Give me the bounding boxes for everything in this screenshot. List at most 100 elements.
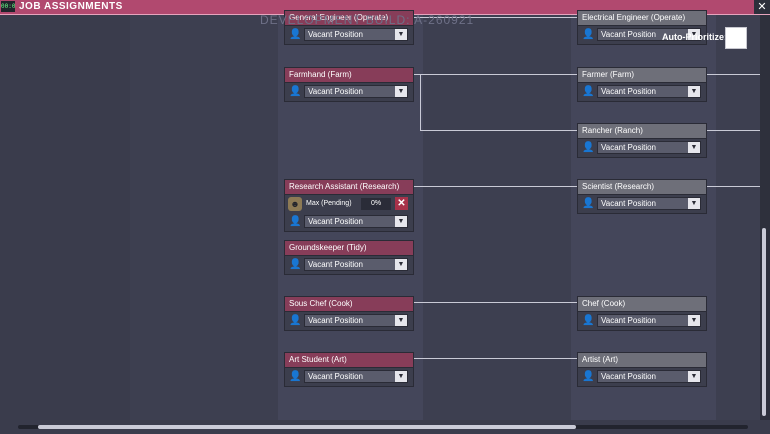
job-slot: 👤 Vacant Position ▼ [578, 312, 706, 330]
tier-column-4 [423, 15, 571, 420]
connector-line [707, 74, 760, 75]
chevron-down-icon: ▼ [395, 259, 407, 270]
assignment-dropdown[interactable]: Vacant Position ▼ [304, 258, 408, 271]
person-silhouette-icon: 👤 [582, 142, 595, 153]
dropdown-value: Vacant Position [308, 30, 363, 39]
horizontal-scrollbar-thumb[interactable] [38, 425, 576, 429]
chevron-down-icon: ▼ [688, 315, 700, 326]
auto-prioritize-checkbox[interactable] [725, 27, 747, 49]
chevron-down-icon: ▼ [395, 86, 407, 97]
assignment-dropdown[interactable]: Vacant Position ▼ [304, 28, 408, 41]
dropdown-value: Vacant Position [308, 217, 363, 226]
dropdown-value: Vacant Position [308, 372, 363, 381]
dropdown-value: Vacant Position [601, 199, 656, 208]
tier-column-2 [130, 15, 278, 420]
person-silhouette-icon: 👤 [289, 216, 302, 227]
dropdown-value: Vacant Position [308, 260, 363, 269]
dropdown-value: Vacant Position [308, 87, 363, 96]
job-card-farmer: Farmer (Farm) 👤 Vacant Position ▼ [577, 67, 707, 102]
assignment-dropdown[interactable]: Vacant Position ▼ [597, 85, 701, 98]
job-slot: 👤 Vacant Position ▼ [285, 83, 413, 101]
chevron-down-icon: ▼ [395, 216, 407, 227]
job-slot: 👤 Vacant Position ▼ [285, 368, 413, 386]
job-title: Scientist (Research) [578, 180, 706, 195]
job-slot: 👤 Vacant Position ▼ [578, 195, 706, 213]
job-slot: 👤 Vacant Position ▼ [578, 139, 706, 157]
chevron-down-icon: ▼ [688, 142, 700, 153]
job-slot: 👤 Vacant Position ▼ [285, 213, 413, 231]
person-silhouette-icon: 👤 [289, 371, 302, 382]
job-title: Chef (Cook) [578, 297, 706, 312]
job-slot: 👤 Vacant Position ▼ [285, 26, 413, 44]
connector-line [414, 358, 578, 359]
job-title: Farmer (Farm) [578, 68, 706, 83]
person-silhouette-icon: 👤 [289, 315, 302, 326]
chevron-down-icon: ▼ [688, 86, 700, 97]
job-title: Farmhand (Farm) [285, 68, 413, 83]
job-title: Electrical Engineer (Operate) [578, 11, 706, 26]
job-card-groundskeeper: Groundskeeper (Tidy) 👤 Vacant Position ▼ [284, 240, 414, 275]
pending-progress: 0% [361, 198, 391, 210]
window-title: JOB ASSIGNMENTS [19, 1, 123, 12]
connector-line [707, 186, 760, 187]
assignment-dropdown[interactable]: Vacant Position ▼ [304, 314, 408, 327]
assignment-dropdown[interactable]: Vacant Position ▼ [597, 197, 701, 210]
job-card-rancher: Rancher (Ranch) 👤 Vacant Position ▼ [577, 123, 707, 158]
chevron-down-icon: ▼ [688, 198, 700, 209]
chevron-down-icon: ▼ [688, 371, 700, 382]
person-silhouette-icon: 👤 [582, 198, 595, 209]
job-card-research-assistant: Research Assistant (Research) ☻ Max (Pen… [284, 179, 414, 232]
person-silhouette-icon: 👤 [582, 86, 595, 97]
person-silhouette-icon: 👤 [289, 259, 302, 270]
job-card-sous-chef: Sous Chef (Cook) 👤 Vacant Position ▼ [284, 296, 414, 331]
person-silhouette-icon: 👤 [289, 29, 302, 40]
job-slot: 👤 Vacant Position ▼ [285, 312, 413, 330]
assignment-dropdown[interactable]: Vacant Position ▼ [304, 85, 408, 98]
connector-line [420, 130, 578, 131]
connector-line [414, 186, 578, 187]
chevron-down-icon: ▼ [395, 29, 407, 40]
job-card-chef: Chef (Cook) 👤 Vacant Position ▼ [577, 296, 707, 331]
remove-assignment-button[interactable]: ✕ [395, 197, 408, 210]
assignment-dropdown[interactable]: Vacant Position ▼ [597, 370, 701, 383]
close-button[interactable]: ✕ [754, 0, 770, 14]
connector-line [707, 130, 760, 131]
clock-icon: 00:00 [1, 1, 15, 12]
connector-line [414, 74, 578, 75]
person-silhouette-icon: 👤 [582, 315, 595, 326]
job-card-art-student: Art Student (Art) 👤 Vacant Position ▼ [284, 352, 414, 387]
assignment-dropdown[interactable]: Vacant Position ▼ [597, 141, 701, 154]
dropdown-value: Vacant Position [601, 87, 656, 96]
assignment-dropdown[interactable]: Vacant Position ▼ [304, 370, 408, 383]
dropdown-value: Vacant Position [601, 143, 656, 152]
pending-colonist-label: Max (Pending) [306, 200, 352, 207]
person-silhouette-icon: 👤 [289, 86, 302, 97]
dropdown-value: Vacant Position [308, 316, 363, 325]
auto-prioritize-label: Auto-Prioritize: [662, 32, 727, 42]
assignment-dropdown[interactable]: Vacant Position ▼ [304, 215, 408, 228]
job-title: Groundskeeper (Tidy) [285, 241, 413, 256]
job-title: Sous Chef (Cook) [285, 297, 413, 312]
person-silhouette-icon: 👤 [582, 371, 595, 382]
job-title: Art Student (Art) [285, 353, 413, 368]
tier-column-6 [716, 15, 760, 420]
dropdown-value: Vacant Position [601, 30, 656, 39]
job-card-artist: Artist (Art) 👤 Vacant Position ▼ [577, 352, 707, 387]
dropdown-value: Vacant Position [601, 372, 656, 381]
tier-column-1 [0, 15, 130, 420]
pending-assignment-row: ☻ Max (Pending) 0% ✕ [285, 195, 413, 213]
job-card-farmhand: Farmhand (Farm) 👤 Vacant Position ▼ [284, 67, 414, 102]
job-title: Rancher (Ranch) [578, 124, 706, 139]
person-silhouette-icon: 👤 [582, 29, 595, 40]
chevron-down-icon: ▼ [395, 371, 407, 382]
colonist-avatar-icon: ☻ [288, 197, 302, 211]
vertical-scrollbar-thumb[interactable] [762, 228, 766, 416]
build-watermark: DEVELOPMENT BUILD: A-260921 [260, 13, 475, 27]
assignment-dropdown[interactable]: Vacant Position ▼ [597, 314, 701, 327]
job-slot: 👤 Vacant Position ▼ [578, 83, 706, 101]
job-slot: 👤 Vacant Position ▼ [578, 368, 706, 386]
connector-line [420, 74, 421, 131]
connector-line [414, 302, 578, 303]
chevron-down-icon: ▼ [395, 315, 407, 326]
job-title: Research Assistant (Research) [285, 180, 413, 195]
